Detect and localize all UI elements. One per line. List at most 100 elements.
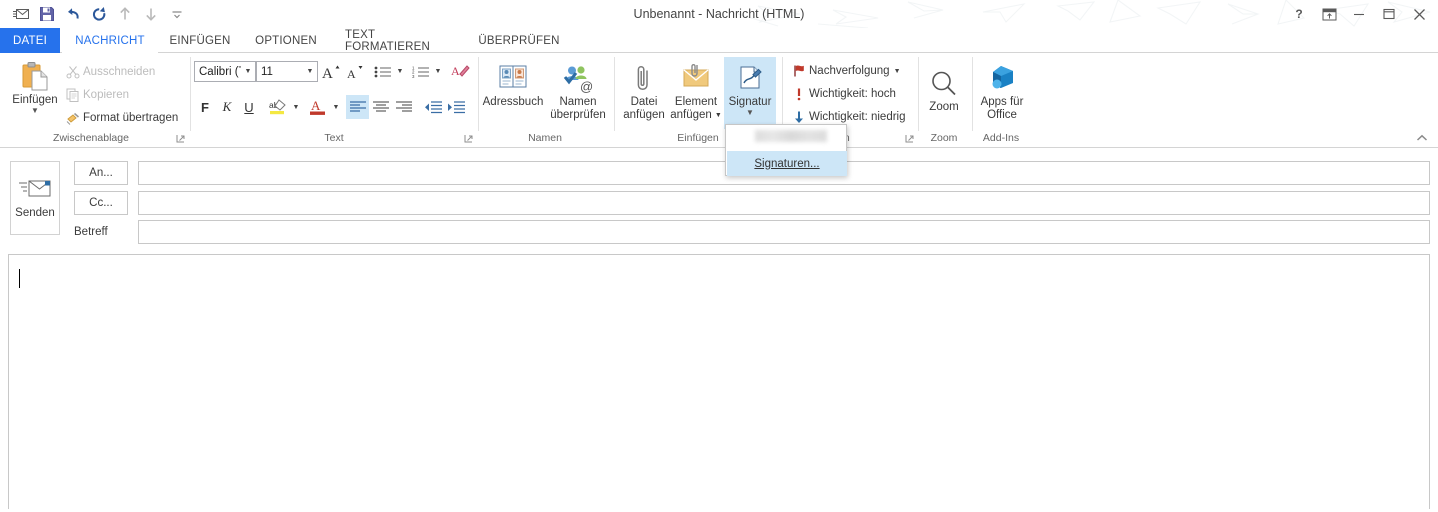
clipboard-dialog-launcher[interactable] bbox=[174, 132, 187, 145]
text-cursor bbox=[19, 269, 21, 288]
increase-indent-button[interactable] bbox=[444, 95, 467, 119]
svg-text:A: A bbox=[322, 66, 333, 81]
bullet-list-button[interactable] bbox=[372, 60, 394, 83]
down-arrow-icon bbox=[789, 110, 809, 124]
italic-label: K bbox=[222, 99, 232, 114]
clipboard-group-label: Zwischenablage bbox=[53, 132, 129, 144]
ribbon-display-options-button[interactable] bbox=[1314, 1, 1344, 27]
maximize-button[interactable] bbox=[1374, 1, 1404, 27]
office-apps-icon bbox=[987, 62, 1017, 96]
zoom-button[interactable]: Zoom bbox=[922, 59, 966, 127]
font-name-combo[interactable]: Calibri (T ▼ bbox=[194, 61, 256, 82]
follow-up-chevron-down-icon[interactable]: ▼ bbox=[894, 68, 901, 75]
attach-file-label-1: Datei bbox=[630, 96, 658, 108]
quick-access-toolbar bbox=[8, 0, 190, 28]
cc-button[interactable]: Cc... bbox=[74, 191, 128, 215]
grow-font-button[interactable]: A bbox=[320, 60, 342, 83]
collapse-ribbon-chevron-up-icon[interactable] bbox=[1412, 130, 1432, 146]
align-right-button[interactable] bbox=[392, 95, 415, 119]
tab-nachricht[interactable]: NACHRICHT bbox=[62, 28, 158, 53]
attach-item-label-2-row: anfügen ▼ bbox=[670, 109, 722, 122]
high-importance-button[interactable]: Wichtigkeit: hoch bbox=[786, 84, 914, 104]
copy-button: Kopieren bbox=[60, 85, 180, 105]
to-button[interactable]: An... bbox=[74, 161, 128, 185]
address-book-label: Adressbuch bbox=[482, 96, 544, 108]
exclamation-icon bbox=[789, 87, 809, 101]
signature-chevron-down-icon[interactable]: ▼ bbox=[746, 109, 754, 117]
send-envelope-icon bbox=[19, 180, 51, 197]
previous-item-icon[interactable] bbox=[112, 2, 138, 26]
align-left-button[interactable] bbox=[346, 95, 369, 119]
next-item-icon[interactable] bbox=[138, 2, 164, 26]
tab-ueberpruefen[interactable]: ÜBERPRÜFEN bbox=[473, 28, 565, 53]
tab-text-formatieren-label: TEXT FORMATIEREN bbox=[345, 28, 431, 53]
check-names-button[interactable]: @ Namen überprüfen bbox=[548, 57, 608, 129]
numbered-list-chevron-down-icon[interactable]: ▼ bbox=[432, 60, 444, 83]
font-size-combo[interactable]: 11 ▼ bbox=[256, 61, 318, 82]
underline-label: U bbox=[244, 99, 254, 115]
attach-item-chevron-down-icon[interactable]: ▼ bbox=[715, 109, 722, 122]
apps-for-office-label-1: Apps für bbox=[980, 96, 1024, 108]
bullet-list-chevron-down-icon[interactable]: ▼ bbox=[394, 60, 406, 83]
text-dialog-launcher[interactable] bbox=[462, 132, 475, 145]
copy-icon bbox=[63, 88, 83, 102]
follow-up-label: Nachverfolgung bbox=[809, 65, 890, 77]
customize-qat-icon[interactable] bbox=[164, 2, 190, 26]
font-size-value: 11 bbox=[261, 65, 273, 78]
redo-icon[interactable] bbox=[86, 2, 112, 26]
signature-button[interactable]: Signatur ▼ bbox=[724, 57, 776, 129]
text-highlight-chevron-down-icon[interactable]: ▼ bbox=[290, 95, 302, 119]
cc-button-label: Cc... bbox=[89, 197, 113, 209]
tab-datei[interactable]: DATEI bbox=[0, 28, 60, 53]
message-body[interactable] bbox=[8, 254, 1430, 509]
italic-button[interactable]: K bbox=[216, 95, 238, 119]
attach-item-button[interactable]: Element anfügen ▼ bbox=[668, 57, 724, 129]
window-controls: ? bbox=[1284, 0, 1434, 28]
tab-einfuegen[interactable]: EINFÜGEN bbox=[161, 28, 239, 53]
paste-chevron-down-icon[interactable]: ▼ bbox=[31, 107, 39, 115]
close-button[interactable] bbox=[1404, 1, 1434, 27]
signature-menu-signaturen-item[interactable]: Signaturen... bbox=[727, 151, 847, 176]
shrink-font-button[interactable]: A bbox=[344, 60, 366, 83]
svg-text:A: A bbox=[451, 64, 460, 78]
numbered-list-button[interactable]: 123 bbox=[410, 60, 432, 83]
signature-menu-redacted-item[interactable] bbox=[727, 125, 847, 150]
format-painter-button[interactable]: Format übertragen bbox=[60, 108, 192, 128]
names-group-label: Namen bbox=[528, 132, 562, 144]
bold-label: F bbox=[201, 99, 209, 115]
new-email-icon[interactable] bbox=[8, 2, 34, 26]
group-separator-1 bbox=[190, 57, 191, 131]
paste-button[interactable]: Einfügen ▼ bbox=[6, 57, 64, 129]
undo-icon[interactable] bbox=[60, 2, 86, 26]
subject-input[interactable] bbox=[138, 220, 1430, 244]
apps-for-office-button[interactable]: Apps für Office bbox=[974, 57, 1030, 129]
bold-button[interactable]: F bbox=[194, 95, 216, 119]
font-color-button[interactable]: A bbox=[306, 95, 330, 119]
tab-text-formatieren[interactable]: TEXT FORMATIEREN bbox=[335, 28, 464, 53]
clear-formatting-button[interactable]: A bbox=[448, 59, 472, 84]
tab-optionen[interactable]: OPTIONEN bbox=[246, 28, 326, 53]
magnifier-icon bbox=[929, 67, 959, 101]
paintbrush-icon bbox=[63, 111, 83, 125]
high-importance-label: Wichtigkeit: hoch bbox=[809, 88, 896, 100]
decrease-indent-button[interactable] bbox=[421, 95, 444, 119]
minimize-button[interactable] bbox=[1344, 1, 1374, 27]
cc-input[interactable] bbox=[138, 191, 1430, 215]
send-button[interactable]: Senden bbox=[10, 161, 60, 235]
font-color-chevron-down-icon[interactable]: ▼ bbox=[330, 95, 342, 119]
underline-button[interactable]: U bbox=[238, 95, 260, 119]
help-button[interactable]: ? bbox=[1284, 1, 1314, 27]
address-book-button[interactable]: Adressbuch bbox=[482, 57, 544, 129]
text-group-label: Text bbox=[324, 132, 344, 144]
check-names-label-2: überprüfen bbox=[550, 109, 606, 121]
font-size-chevron-down-icon[interactable]: ▼ bbox=[303, 68, 317, 75]
save-icon[interactable] bbox=[34, 2, 60, 26]
font-name-chevron-down-icon[interactable]: ▼ bbox=[241, 68, 255, 75]
attach-file-button[interactable]: Datei anfügen bbox=[620, 57, 668, 129]
text-highlight-button[interactable]: ab bbox=[266, 95, 290, 119]
tags-dialog-launcher[interactable] bbox=[903, 132, 916, 145]
group-separator-2 bbox=[478, 57, 479, 131]
follow-up-button[interactable]: Nachverfolgung ▼ bbox=[786, 61, 914, 81]
align-center-button[interactable] bbox=[369, 95, 392, 119]
cut-label: Ausschneiden bbox=[83, 66, 156, 78]
